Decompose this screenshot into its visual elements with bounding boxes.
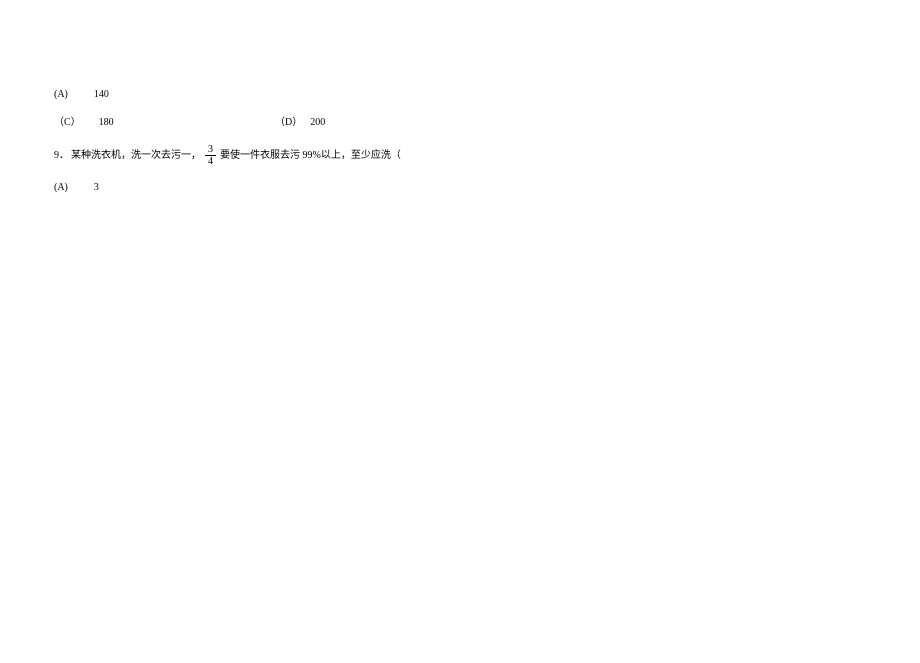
q9-option-value-a: 3	[94, 181, 99, 195]
prev-question-option-cd-row: （C） 180 （D） 200	[54, 116, 866, 130]
question-9-text-before: 某种洗衣机，洗一次去污一，	[71, 149, 201, 163]
prev-option-c: （C） 180	[54, 116, 275, 130]
question-9-text-after: 要使一件衣服去污 99%以上，至少应洗（	[220, 149, 401, 163]
q9-option-label-a: (A)	[54, 181, 68, 195]
prev-option-a: (A) 140	[54, 88, 119, 102]
option-value-c: 180	[99, 116, 114, 130]
option-value-d: 200	[310, 116, 325, 130]
prev-option-d: （D） 200	[275, 116, 335, 130]
prev-question-option-a-row: (A) 140	[54, 88, 866, 102]
question-9-option-a-row: (A) 3	[54, 181, 866, 195]
option-label-a: (A)	[54, 88, 68, 102]
question-9: 9． 某种洗衣机，洗一次去污一， 3 4 要使一件衣服去污 99%以上，至少应洗…	[54, 144, 866, 167]
fraction-denominator: 4	[205, 156, 216, 167]
question-9-fraction: 3 4	[205, 144, 216, 167]
q9-option-a: (A) 3	[54, 181, 109, 195]
fraction-numerator: 3	[205, 144, 216, 156]
option-label-c: （C）	[54, 116, 81, 130]
question-9-number: 9．	[54, 149, 69, 163]
option-label-d: （D）	[275, 116, 302, 130]
option-value-a: 140	[94, 88, 109, 102]
